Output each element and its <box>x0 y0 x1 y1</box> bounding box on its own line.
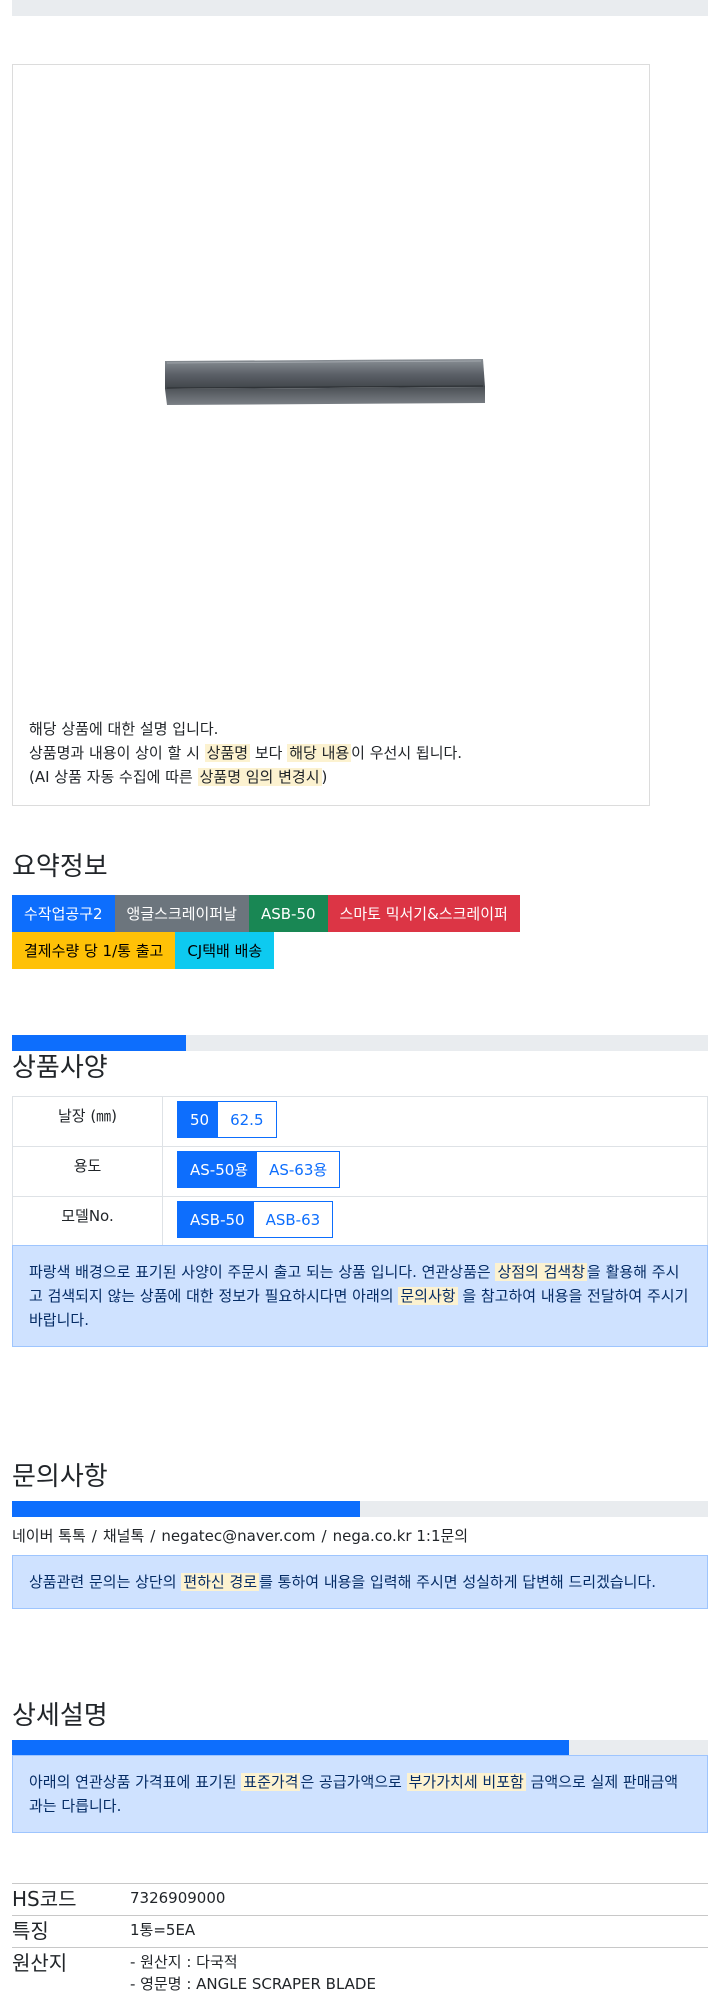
highlight: 상점의 검색창 <box>495 1263 588 1281</box>
notice-text: 은 공급가액으로 <box>300 1773 407 1791</box>
highlight: 표준가격 <box>241 1773 301 1791</box>
spec-options: ASB-50 ASB-63 <box>162 1196 708 1247</box>
spec-label: 모델No. <box>12 1196 163 1247</box>
highlight: 해당 내용 <box>287 744 352 762</box>
info-value: - 원산지 : 다국적 - 영문명 : ANGLE SCRAPER BLADE <box>130 1947 708 1998</box>
info-value-line: - 영문명 : ANGLE SCRAPER BLADE <box>130 1975 376 1993</box>
contact-naver-talk[interactable]: 네이버 톡톡 <box>12 1527 86 1545</box>
option-50[interactable]: 50 <box>177 1101 223 1138</box>
inquiry-title: 문의사항 <box>12 1462 108 1492</box>
spec-options: 50 62.5 <box>162 1096 708 1147</box>
desc-text: 상품명과 내용이 상이 할 시 <box>29 744 205 762</box>
summary-badges: 수작업공구2 앵글스크레이퍼날 ASB-50 스마토 믹서기&스크레이퍼 결제수… <box>12 895 612 969</box>
spec-progress-fill <box>12 1035 186 1051</box>
product-image-box: 해당 상품에 대한 설명 입니다. 상품명과 내용이 상이 할 시 상품명 보다… <box>12 64 650 806</box>
desc-line-2: 상품명과 내용이 상이 할 시 상품명 보다 해당 내용 이 우선시 됩니다. <box>29 741 462 765</box>
inquiry-notice: 상품관련 문의는 상단의 편하신 경로 를 통하여 내용을 입력해 주시면 성실하… <box>12 1555 708 1609</box>
info-value: 1통=5EA <box>130 1915 708 1948</box>
info-row: HS코드 7326909000 <box>12 1883 708 1916</box>
separator: / <box>150 1527 156 1545</box>
badge-shipping-qty: 결제수량 당 1/통 출고 <box>12 932 176 969</box>
spec-notice: 파랑색 배경으로 표기된 사양이 주문시 출고 되는 상품 입니다. 연관상품은… <box>12 1245 708 1347</box>
desc-line-3: (AI 상품 자동 수집에 따른 상품명 임의 변경시) <box>29 765 462 789</box>
badge-brand[interactable]: 스마토 믹서기&스크레이퍼 <box>327 895 520 932</box>
info-value-line: 7326909000 <box>130 1889 226 1907</box>
badge-model[interactable]: ASB-50 <box>248 895 328 932</box>
badge-row: 결제수량 당 1/통 출고 CJ택배 배송 <box>12 932 612 969</box>
separator: / <box>91 1527 97 1545</box>
highlight: 부가가치세 비포함 <box>406 1773 526 1791</box>
contact-email[interactable]: negatec@naver.com <box>161 1527 315 1545</box>
spec-row: 모델No. ASB-50 ASB-63 <box>12 1196 708 1247</box>
badge-category[interactable]: 수작업공구2 <box>12 895 115 932</box>
desc-text: ) <box>321 768 328 786</box>
spec-table: 날장 (㎜) 50 62.5 용도 AS-50용 AS-63용 모델No. ASB-… <box>12 1096 708 1247</box>
spec-row: 날장 (㎜) 50 62.5 <box>12 1096 708 1147</box>
info-value-line: - 원산지 : 다국적 <box>130 1953 238 1971</box>
info-key: HS코드 <box>12 1883 130 1916</box>
notice-text: 아래의 연관상품 가격표에 표기된 <box>29 1773 242 1791</box>
info-key: 원산지 <box>12 1947 130 1998</box>
option-62-5[interactable]: 62.5 <box>217 1101 277 1138</box>
notice-text: 를 통하여 내용을 입력해 주시면 성실하게 답변해 드리겠습니다. <box>259 1573 657 1591</box>
info-row: 특징 1통=5EA <box>12 1915 708 1948</box>
option-as-63[interactable]: AS-63용 <box>256 1151 341 1188</box>
inquiry-progress <box>12 1501 708 1517</box>
option-asb-50[interactable]: ASB-50 <box>177 1201 258 1238</box>
product-info-table: HS코드 7326909000 특징 1통=5EA 원산지 - 원산지 : 다국… <box>12 1883 708 1998</box>
notice-text: 파랑색 배경으로 표기된 사양이 주문시 출고 되는 상품 입니다. 연관상품은 <box>29 1263 496 1281</box>
desc-text: (AI 상품 자동 수집에 따른 <box>29 768 198 786</box>
contact-links: 네이버 톡톡 / 채널톡 / negatec@naver.com / nega.co.kr … <box>12 1525 468 1546</box>
highlight: 상품명 임의 변경시 <box>197 768 322 786</box>
info-value-line: 1통=5EA <box>130 1921 196 1939</box>
info-value: 7326909000 <box>130 1883 708 1916</box>
spec-title: 상품사양 <box>12 1053 108 1083</box>
highlight: 편하신 경로 <box>181 1573 260 1591</box>
spec-options: AS-50용 AS-63용 <box>162 1146 708 1197</box>
badge-subcategory[interactable]: 앵글스크레이퍼날 <box>114 895 249 932</box>
option-as-50[interactable]: AS-50용 <box>177 1151 262 1188</box>
desc-text: 이 우선시 됩니다. <box>351 744 463 762</box>
highlight: 상품명 <box>204 744 251 762</box>
product-image <box>165 359 485 405</box>
summary-title: 요약정보 <box>12 852 108 882</box>
contact-channel-talk[interactable]: 채널톡 <box>103 1527 144 1545</box>
top-bar <box>12 0 708 16</box>
badge-row: 수작업공구2 앵글스크레이퍼날 ASB-50 스마토 믹서기&스크레이퍼 <box>12 895 612 932</box>
option-asb-63[interactable]: ASB-63 <box>252 1201 334 1238</box>
desc-text: 보다 <box>250 744 288 762</box>
spec-label: 날장 (㎜) <box>12 1096 163 1147</box>
detail-notice: 아래의 연관상품 가격표에 표기된 표준가격 은 공급가액으로 부가가치세 비포함… <box>12 1755 708 1833</box>
info-row: 원산지 - 원산지 : 다국적 - 영문명 : ANGLE SCRAPER BLA… <box>12 1947 708 1998</box>
spec-progress <box>12 1035 708 1051</box>
detail-progress <box>12 1740 708 1756</box>
spec-label: 용도 <box>12 1146 163 1197</box>
separator: / <box>321 1527 327 1545</box>
info-key: 특징 <box>12 1915 130 1948</box>
product-description: 해당 상품에 대한 설명 입니다. 상품명과 내용이 상이 할 시 상품명 보다… <box>29 717 462 789</box>
notice-text: 상품관련 문의는 상단의 <box>29 1573 182 1591</box>
badge-delivery: CJ택배 배송 <box>175 932 275 969</box>
inquiry-progress-fill <box>12 1501 360 1517</box>
detail-title: 상세설명 <box>12 1701 108 1731</box>
contact-website[interactable]: nega.co.kr 1:1문의 <box>333 1527 469 1545</box>
spec-row: 용도 AS-50용 AS-63용 <box>12 1146 708 1197</box>
desc-line-1: 해당 상품에 대한 설명 입니다. <box>29 720 219 738</box>
highlight: 문의사항 <box>398 1287 458 1305</box>
detail-progress-fill <box>12 1740 569 1756</box>
